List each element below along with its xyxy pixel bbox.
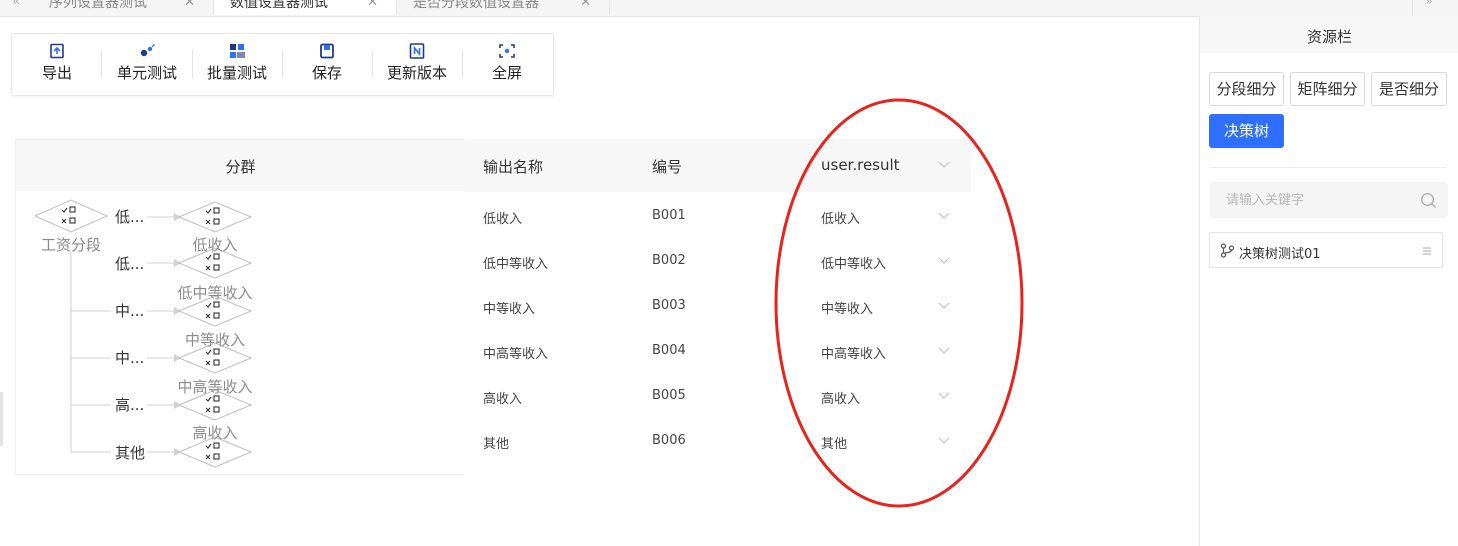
branch-icon xyxy=(1220,243,1235,258)
chip-boolean-subdivision[interactable]: 是否细分 xyxy=(1371,72,1447,106)
leaf-label: 中高等收入 xyxy=(177,378,252,396)
export-label: 导出 xyxy=(41,64,72,82)
tab-sequence-setter[interactable]: 序列设置器测试 ✕ xyxy=(33,0,214,15)
column-header-output-name: 输出名称 xyxy=(483,158,544,176)
save-button[interactable]: 保存 xyxy=(286,43,368,89)
close-icon[interactable]: ✕ xyxy=(184,0,195,13)
unit-test-button[interactable]: 单元测试 xyxy=(106,43,188,89)
cell-code: B001 xyxy=(652,208,686,223)
cell-output-name: 低中等收入 xyxy=(483,257,549,272)
toolbar-divider xyxy=(192,50,193,78)
branch-condition[interactable]: 中... xyxy=(115,349,144,367)
chip-matrix-subdivision[interactable]: 矩阵细分 xyxy=(1290,72,1365,106)
decision-node-icon xyxy=(177,201,253,233)
cell-code: B003 xyxy=(652,298,686,313)
close-icon[interactable]: ✕ xyxy=(580,0,591,13)
cell-code: B002 xyxy=(652,253,686,268)
cell-code: B006 xyxy=(652,433,686,448)
toolbar: 导出 单元测试 批量测试 保存 更新版本 全屏 xyxy=(11,33,554,96)
tree-root-node[interactable]: 工资分段 xyxy=(33,199,109,254)
leaf-label: 低收入 xyxy=(192,236,237,254)
cell-output-name: 其他 xyxy=(483,437,510,452)
search-icon[interactable] xyxy=(1420,192,1437,209)
drag-handle-icon[interactable] xyxy=(1422,246,1432,256)
sidebar-search xyxy=(1210,182,1448,218)
tabs-scroll-right-icon[interactable]: » xyxy=(1412,0,1445,16)
chip-segment-subdivision[interactable]: 分段细分 xyxy=(1209,72,1284,106)
unit-test-icon xyxy=(140,44,155,57)
search-input[interactable] xyxy=(1226,182,1416,218)
tab-numeric-setter[interactable]: 数值设置器测试 ✕ xyxy=(214,0,397,15)
branch-condition[interactable]: 高... xyxy=(115,396,144,414)
update-version-label: 更新版本 xyxy=(386,64,447,82)
version-icon xyxy=(409,43,425,59)
tree-arrowheads xyxy=(174,213,181,456)
batch-test-icon xyxy=(230,44,245,58)
tab-label: 序列设置器测试 xyxy=(49,0,147,11)
tree-leaf-node[interactable] xyxy=(177,201,253,233)
panel-resize-handle[interactable] xyxy=(0,392,3,446)
sidebar-header: 资源栏 xyxy=(1200,16,1458,53)
batch-test-label: 批量测试 xyxy=(206,64,267,82)
toolbar-divider xyxy=(462,50,463,78)
tab-segment-setter[interactable]: 是否分段数值设置器 ✕ xyxy=(397,0,610,15)
fullscreen-icon xyxy=(499,44,515,58)
tab-label: 是否分段数值设置器 xyxy=(413,0,539,11)
toolbar-divider xyxy=(372,50,373,78)
export-button[interactable]: 导出 xyxy=(16,43,98,89)
branch-condition[interactable]: 其他 xyxy=(115,444,145,462)
fullscreen-label: 全屏 xyxy=(491,64,522,82)
sidebar-title: 资源栏 xyxy=(1306,28,1352,46)
cell-output-name: 高收入 xyxy=(483,392,523,407)
cell-output-name: 中高等收入 xyxy=(483,347,549,362)
leaf-label: 高收入 xyxy=(192,424,237,442)
segment-tree-panel: 分群 工资分段 低... 低... 中... 中... 高... 其他 低收入 … xyxy=(15,139,465,475)
toolbar-divider xyxy=(101,50,102,78)
save-icon xyxy=(320,43,334,59)
leaf-label: 低中等收入 xyxy=(177,284,252,302)
decision-node-icon xyxy=(33,199,109,233)
cell-output-name: 低收入 xyxy=(483,212,523,227)
tabs-scroll-left-icon[interactable]: « xyxy=(0,0,32,16)
update-version-button[interactable]: 更新版本 xyxy=(376,43,458,89)
cell-code: B005 xyxy=(652,388,686,403)
save-label: 保存 xyxy=(311,64,342,82)
list-item-label: 决策树测试01 xyxy=(1239,247,1321,262)
branch-condition[interactable]: 低... xyxy=(115,255,144,273)
toolbar-divider xyxy=(282,50,283,78)
resource-sidebar: 资源栏 分段细分 矩阵细分 是否细分 决策树 决策树测试01 xyxy=(1199,16,1458,546)
branch-condition[interactable]: 中... xyxy=(115,302,144,320)
decision-tree: 工资分段 低... 低... 中... 中... 高... 其他 低收入 低中等… xyxy=(33,199,253,468)
tree-root-label: 工资分段 xyxy=(41,236,101,254)
cell-output-name: 中等收入 xyxy=(483,302,536,317)
tab-bar: « 序列设置器测试 ✕ 数值设置器测试 ✕ 是否分段数值设置器 ✕ » xyxy=(0,0,1458,17)
export-icon xyxy=(50,43,64,59)
chip-decision-tree[interactable]: 决策树 xyxy=(1209,114,1284,148)
branch-condition[interactable]: 低... xyxy=(115,208,144,226)
fullscreen-button[interactable]: 全屏 xyxy=(466,43,548,89)
unit-test-label: 单元测试 xyxy=(116,64,177,82)
sidebar-divider xyxy=(1209,167,1447,168)
batch-test-button[interactable]: 批量测试 xyxy=(196,43,278,89)
cell-code: B004 xyxy=(652,343,686,358)
close-icon[interactable]: ✕ xyxy=(367,0,378,13)
tab-label: 数值设置器测试 xyxy=(230,0,328,11)
column-header-code: 编号 xyxy=(652,158,683,176)
list-item[interactable]: 决策树测试01 xyxy=(1209,232,1443,268)
annotation-ellipse xyxy=(774,98,1024,508)
leaf-label: 中等收入 xyxy=(185,331,245,349)
